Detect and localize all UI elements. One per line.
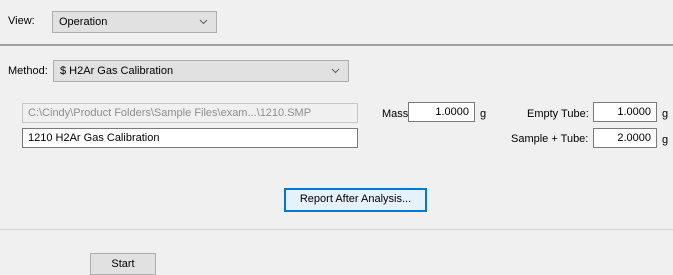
report-after-analysis-button[interactable]: Report After Analysis...	[284, 188, 427, 212]
view-label: View:	[8, 15, 35, 27]
method-label: Method:	[8, 65, 48, 77]
method-dropdown-value: $ H2Ar Gas Calibration	[60, 65, 174, 77]
file-path-text: C:\Cindy\Product Folders\Sample Files\ex…	[28, 107, 312, 119]
view-divider	[0, 44, 673, 46]
sample-name-text: 1210 H2Ar Gas Calibration	[28, 132, 160, 144]
empty-tube-value: 1.0000	[617, 106, 651, 118]
empty-tube-label: Empty Tube:	[527, 108, 589, 120]
chevron-down-icon	[199, 19, 208, 25]
bottom-separator	[0, 229, 673, 230]
mass-field[interactable]: 1.0000	[408, 102, 475, 122]
empty-tube-field[interactable]: 1.0000	[593, 102, 657, 122]
empty-tube-unit: g	[662, 108, 669, 120]
sample-tube-unit: g	[662, 134, 669, 146]
sample-tube-value: 2.0000	[617, 132, 651, 144]
chevron-down-icon	[331, 68, 340, 74]
sample-tube-field[interactable]: 2.0000	[593, 128, 657, 148]
sample-tube-label: Sample + Tube:	[511, 133, 589, 145]
sample-name-field[interactable]: 1210 H2Ar Gas Calibration	[22, 128, 358, 148]
mass-label: Mass:	[382, 108, 412, 120]
mass-unit: g	[480, 108, 487, 120]
file-path-field: C:\Cindy\Product Folders\Sample Files\ex…	[22, 103, 358, 123]
start-button[interactable]: Start	[90, 253, 156, 275]
mass-value: 1.0000	[435, 106, 469, 118]
method-dropdown[interactable]: $ H2Ar Gas Calibration	[53, 60, 349, 82]
view-dropdown-value: Operation	[59, 16, 108, 28]
view-dropdown[interactable]: Operation	[52, 11, 217, 33]
